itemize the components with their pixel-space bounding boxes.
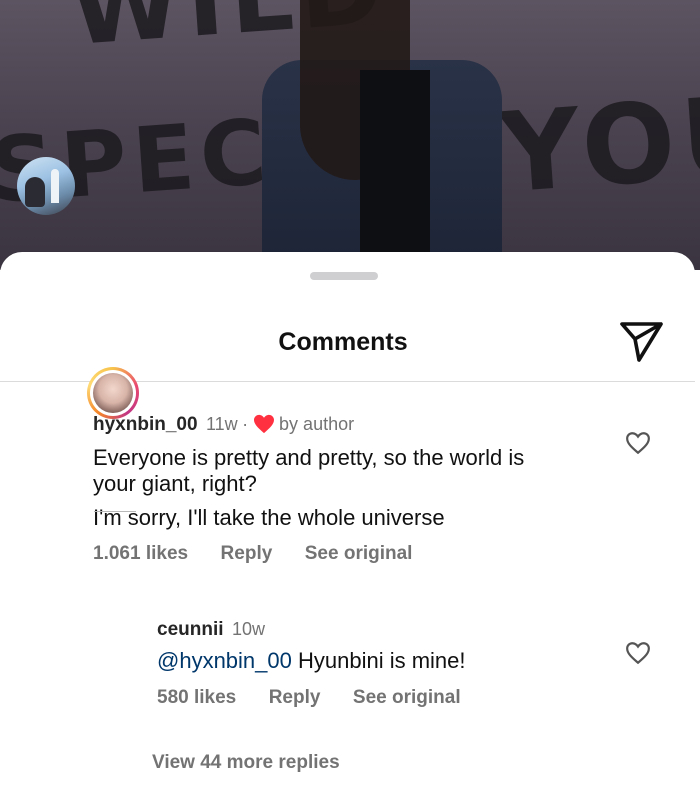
author-badge: by author [279, 414, 355, 434]
sheet-title: Comments [278, 328, 408, 356]
reply-text-body: Hyunbini is mine! [291, 648, 466, 673]
like-button[interactable] [625, 431, 653, 457]
graffiti-text: YOU [495, 70, 700, 218]
avatar[interactable] [90, 370, 136, 416]
comment-actions: 1.061 likes Reply See original [93, 543, 412, 565]
reply-text: @hyxnbin_00 Hyunbini is mine! [157, 646, 466, 676]
avatar-image [93, 373, 133, 413]
reply-header: ceunnii 10w [157, 619, 265, 641]
post-photo-background: WILD SPECI YOU [0, 0, 700, 270]
avatar-image [51, 169, 59, 203]
see-original-button[interactable]: See original [305, 543, 413, 564]
reply-button[interactable]: Reply [221, 543, 273, 564]
likes-count[interactable]: 1.061 likes [93, 543, 188, 564]
share-button[interactable] [617, 320, 665, 364]
comment-text-line: I'm sorry, I'll take the whole universe [93, 505, 445, 530]
user-mention-link[interactable]: @hyxnbin_00 [157, 648, 292, 673]
heart-filled-icon [253, 414, 274, 434]
drag-handle[interactable] [310, 272, 378, 280]
comment-header: hyxnbin_00 11w · by author [93, 414, 354, 436]
like-button[interactable] [625, 641, 653, 667]
reply-button[interactable]: Reply [269, 687, 321, 708]
reply-time: 10w [231, 619, 265, 639]
reply-username[interactable]: ceunnii [157, 619, 224, 640]
comment-text-line: your giant, right? [93, 471, 257, 496]
separator-dot: · [242, 414, 249, 434]
avatar-image [25, 177, 45, 207]
replies-divider-line [94, 511, 136, 512]
heart-outline-icon [626, 642, 650, 665]
avatar[interactable] [17, 157, 75, 215]
paper-plane-icon [620, 322, 663, 362]
reply-actions: 580 likes Reply See original [157, 687, 461, 709]
likes-count[interactable]: 580 likes [157, 687, 236, 708]
see-original-button[interactable]: See original [353, 687, 461, 708]
heart-outline-icon [626, 432, 650, 455]
comment-time: 11w [206, 414, 238, 434]
view-more-replies-button[interactable]: View 44 more replies [152, 752, 340, 774]
person-inner-shirt [360, 70, 430, 260]
